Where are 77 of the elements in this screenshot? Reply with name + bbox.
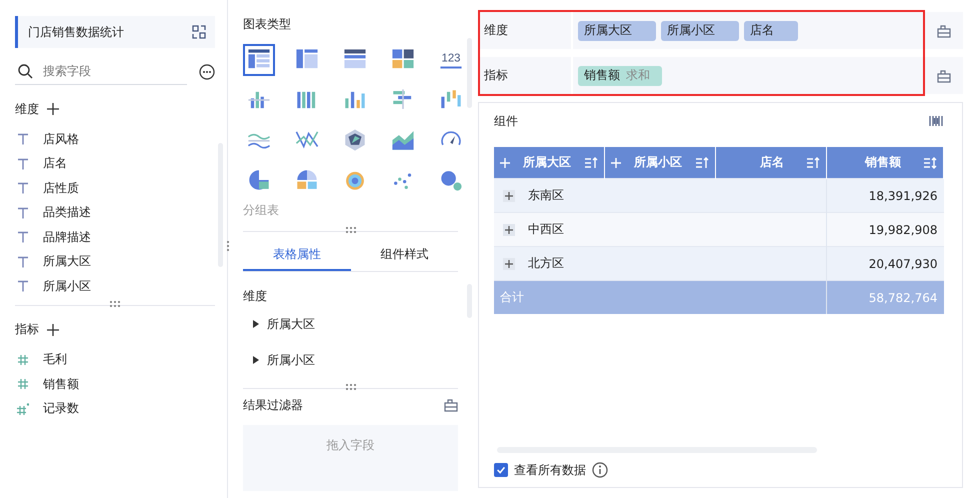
text-type-icon [17, 231, 29, 244]
field-item[interactable]: 品牌描述 [15, 225, 215, 250]
field-item[interactable]: 销售额 [15, 372, 215, 396]
field-item[interactable]: 毛利 [15, 348, 215, 372]
field-item[interactable]: 记录数 [15, 396, 215, 421]
chart-type-name: 分组表 [243, 202, 280, 219]
field-item[interactable]: 店风格 [15, 127, 215, 152]
expand-icon[interactable] [503, 224, 515, 236]
field-item[interactable]: 品类描述 [15, 200, 215, 225]
search-input[interactable]: 搜索字段 [41, 63, 175, 79]
tab[interactable]: 表格属性 [243, 240, 350, 271]
table-cell: 20,407,930 [826, 246, 944, 280]
text-type-icon [17, 256, 29, 268]
more-icon[interactable] [199, 64, 215, 80]
tab[interactable]: 组件样式 [350, 240, 458, 271]
resize-handle[interactable] [109, 300, 121, 308]
drop-zone-placeholder: 拖入字段 [326, 437, 374, 454]
field-item[interactable]: 店名 [15, 152, 215, 176]
text-type-icon [17, 158, 29, 170]
chart-type-button[interactable] [243, 44, 275, 76]
resize-handle[interactable] [226, 240, 230, 252]
table-cell: 中西区 [494, 212, 604, 246]
tree-item[interactable]: 所属小区 [243, 342, 458, 378]
dataset-title-bar[interactable]: 门店销售数据统计 [15, 16, 215, 48]
dataset-title: 门店销售数据统计 [28, 24, 124, 40]
add-icon[interactable] [47, 103, 59, 115]
checkmark-icon [495, 464, 507, 476]
tree-item[interactable]: 所属大区 [243, 306, 458, 342]
resize-handle[interactable] [344, 226, 356, 234]
panel-title: 图表类型 [243, 16, 292, 33]
expand-arrow-icon [253, 356, 259, 364]
section-title: 结果过滤器 [243, 396, 303, 414]
table-cell: 东南区 [494, 178, 604, 212]
section-title: 维度 [243, 288, 268, 305]
table-cell: 合计 [494, 280, 826, 314]
field-item[interactable]: 店性质 [15, 176, 215, 200]
section-title: 指标 [15, 321, 39, 338]
barcode-icon[interactable] [929, 114, 943, 128]
field-item[interactable]: 所属小区 [15, 274, 215, 298]
text-type-icon [17, 280, 29, 292]
checkbox-label: 查看所有数据 [514, 462, 586, 478]
search-icon [17, 63, 33, 79]
add-icon[interactable] [47, 324, 59, 336]
card-title: 组件 [494, 112, 518, 130]
toolbox-icon[interactable] [444, 398, 458, 412]
hash-icon [17, 378, 29, 390]
sort-icon[interactable] [695, 156, 709, 170]
sort-icon[interactable] [923, 156, 937, 170]
field-item[interactable]: 所属大区 [15, 250, 215, 274]
sort-icon[interactable] [806, 156, 820, 170]
text-type-icon [17, 182, 29, 194]
field-chip[interactable]: 所属小区 [661, 20, 739, 40]
table-cell: 58,782,764 [826, 280, 944, 314]
switch-icon[interactable] [191, 24, 207, 40]
expand-icon[interactable] [503, 258, 515, 270]
toolbox-icon[interactable] [937, 68, 951, 82]
hash-icon [17, 354, 29, 366]
table-cell: 18,391,926 [826, 178, 944, 212]
well-label: 指标 [480, 57, 573, 94]
well-label: 维度 [480, 12, 573, 49]
sort-icon[interactable] [584, 156, 598, 170]
field-chip[interactable]: 所属大区 [578, 20, 656, 40]
text-type-icon [17, 133, 29, 146]
field-chip[interactable]: 销售额 求和 [578, 66, 662, 86]
info-icon[interactable] [592, 462, 608, 478]
checkbox[interactable] [494, 463, 508, 477]
table-cell: 北方区 [494, 246, 604, 280]
hash-star-icon [17, 402, 29, 415]
field-chip[interactable]: 店名 [744, 20, 798, 40]
expand-arrow-icon [253, 320, 259, 328]
toolbox-icon[interactable] [937, 24, 951, 38]
text-type-icon [17, 206, 29, 219]
resize-handle[interactable] [344, 383, 356, 391]
search-field[interactable]: 搜索字段 [15, 58, 187, 85]
section-title: 维度 [15, 100, 39, 118]
expand-icon[interactable] [503, 190, 515, 202]
table-cell: 19,982,908 [826, 212, 944, 246]
